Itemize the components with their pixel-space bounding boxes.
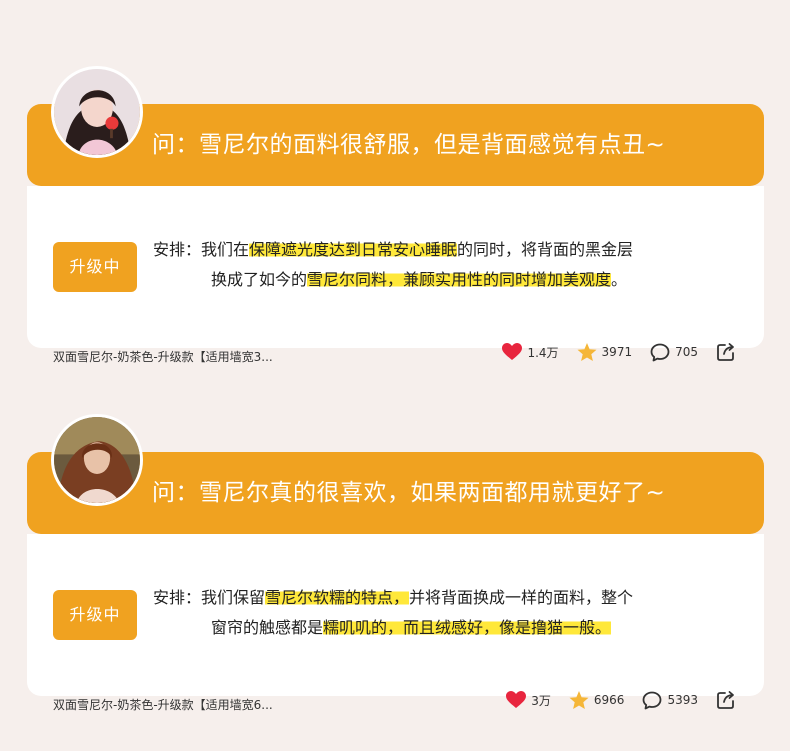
star-icon <box>577 342 597 361</box>
star-icon <box>569 690 589 709</box>
stats-row: 1.4万 3971 705 <box>484 341 736 363</box>
share-icon <box>717 343 734 361</box>
qa-card-1: 问：雪尼尔的面料很舒服，但是背面感觉有点丑~ 升级中 安排：我们在保障遮光度达到… <box>27 66 764 364</box>
product-link[interactable]: 双面雪尼尔-奶茶色-升级款【适用墙宽3... <box>53 348 273 365</box>
answer-highlight-2: 雪尼尔同料，兼顾实用性的同时增加美观度 <box>307 270 612 289</box>
avatar[interactable] <box>51 414 143 506</box>
stats-row: 3万 6966 5393 <box>488 689 736 711</box>
answer-highlight-1: 保障遮光度达到日常安心睡眠 <box>249 240 458 259</box>
share-button[interactable] <box>716 342 736 362</box>
question-text: 问：雪尼尔的面料很舒服，但是背面感觉有点丑~ <box>152 132 666 158</box>
answer-mid-2: 窗帘的触感都是 <box>211 618 324 637</box>
favorite-stat[interactable]: 6966 <box>569 690 625 710</box>
answer-panel: 升级中 安排：我们在保障遮光度达到日常安心睡眠的同时，将背面的黑金层 换成了如今… <box>27 186 764 364</box>
avatar[interactable] <box>51 66 143 158</box>
avatar-image <box>54 69 140 155</box>
like-stat[interactable]: 3万 <box>506 691 551 709</box>
answer-mid-2: 换成了如今的 <box>211 270 308 289</box>
avatar-image <box>54 417 140 503</box>
answer-tail: 。 <box>611 270 628 289</box>
share-button[interactable] <box>716 690 736 710</box>
comment-stat[interactable]: 5393 <box>642 691 698 710</box>
answer-mid-1: 并将背面换成一样的面料，整个 <box>409 588 634 607</box>
answer-highlight-1: 雪尼尔软糯的特点， <box>265 588 410 607</box>
answer-mid-1: 的同时，将背面的黑金层 <box>457 240 634 259</box>
comment-count: 705 <box>675 345 698 359</box>
qa-card-2: 问：雪尼尔真的很喜欢，如果两面都用就更好了~ 升级中 安排：我们保留雪尼尔软糯的… <box>27 414 764 712</box>
comment-icon <box>643 691 662 709</box>
comment-count: 5393 <box>667 693 698 707</box>
answer-panel: 升级中 安排：我们保留雪尼尔软糯的特点，并将背面换成一样的面料，整个 窗帘的触感… <box>27 534 764 712</box>
favorite-count: 3971 <box>601 345 633 359</box>
like-stat[interactable]: 1.4万 <box>502 343 559 361</box>
answer-lead: 安排：我们保留 <box>153 588 266 607</box>
share-icon <box>717 691 734 709</box>
question-text: 问：雪尼尔真的很喜欢，如果两面都用就更好了~ <box>152 480 666 506</box>
heart-icon <box>502 343 523 360</box>
answer-text: 安排：我们在保障遮光度达到日常安心睡眠的同时，将背面的黑金层 换成了如今的雪尼尔… <box>153 235 743 295</box>
answer-lead: 安排：我们在 <box>153 240 250 259</box>
favorite-count: 6966 <box>593 693 625 707</box>
answer-highlight-2: 糯叽叽的，而且绒感好，像是撸猫一般。 <box>323 618 612 637</box>
answer-text: 安排：我们保留雪尼尔软糯的特点，并将背面换成一样的面料，整个 窗帘的触感都是糯叽… <box>153 583 743 643</box>
favorite-stat[interactable]: 3971 <box>577 342 633 362</box>
upgrade-badge: 升级中 <box>53 590 137 640</box>
comment-icon <box>650 343 670 361</box>
like-count: 1.4万 <box>527 345 559 360</box>
comment-stat[interactable]: 705 <box>650 343 698 362</box>
like-count: 3万 <box>531 693 551 708</box>
heart-icon <box>506 691 527 708</box>
product-link[interactable]: 双面雪尼尔-奶茶色-升级款【适用墙宽6... <box>53 696 273 713</box>
upgrade-badge: 升级中 <box>53 242 137 292</box>
